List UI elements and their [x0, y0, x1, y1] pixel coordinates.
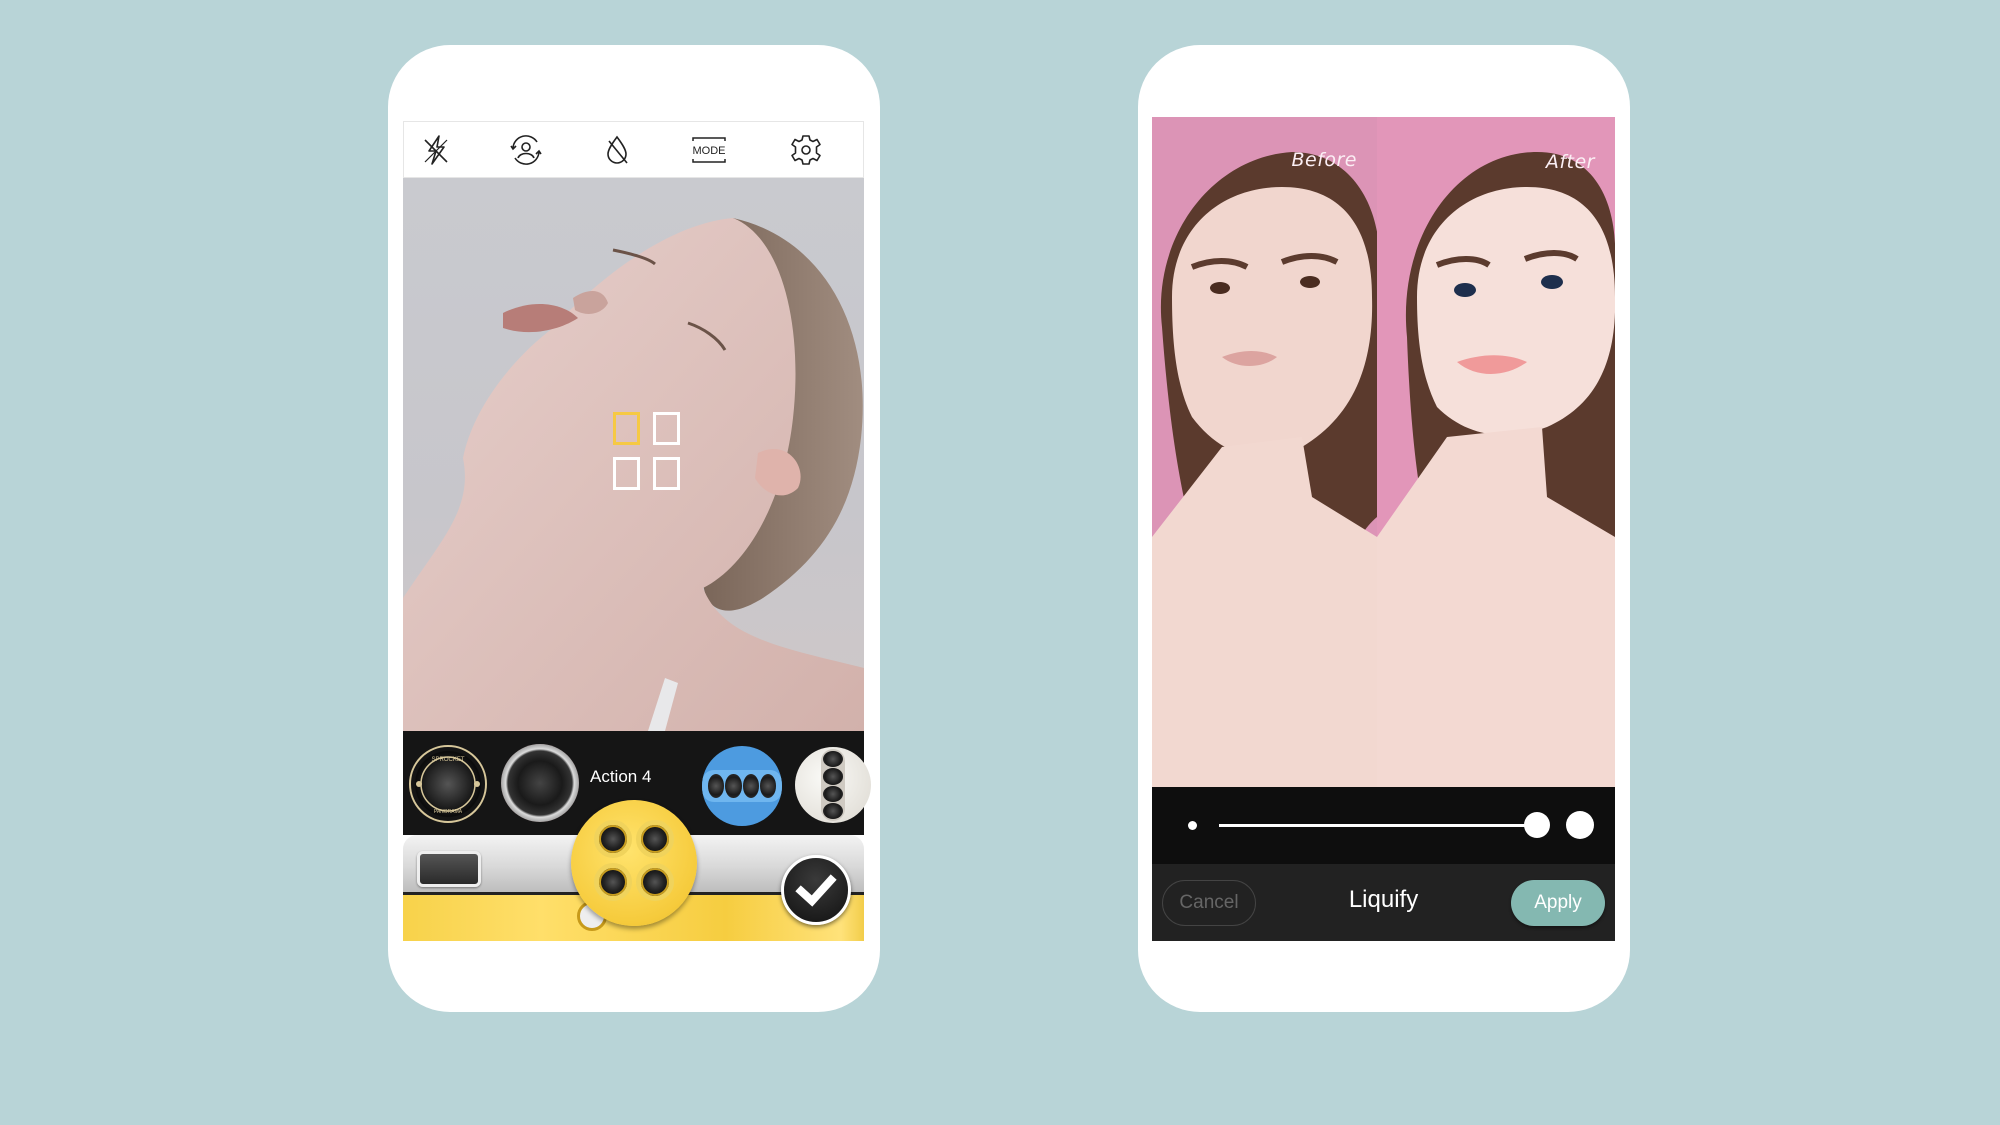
cancel-button[interactable]: Cancel	[1162, 880, 1256, 926]
confirm-button[interactable]	[781, 855, 851, 925]
mode-icon[interactable]: MODE	[689, 132, 729, 168]
before-after-compare: Before After	[1152, 117, 1615, 787]
slider-thumb[interactable]	[1524, 812, 1550, 838]
camera-toolbar: MODE	[403, 121, 864, 178]
before-photo: Before	[1152, 117, 1377, 787]
phone-liquify-screen: Before After Cancel Liquify Apply	[1138, 45, 1630, 1012]
lens-option-sprocket-panorama[interactable]: SPROCKET PANORAMA	[409, 745, 487, 823]
viewfinder-knob	[417, 851, 481, 887]
focus-cell-active[interactable]	[613, 412, 640, 445]
focus-cell[interactable]	[653, 457, 680, 490]
phone-camera-screen: MODE SPROCKET PANORAMA Action 4	[388, 45, 880, 1012]
min-size-dot-icon	[1188, 821, 1197, 830]
switch-camera-icon[interactable]	[508, 132, 544, 168]
focus-cell[interactable]	[653, 412, 680, 445]
lens-option-blue-strip[interactable]	[702, 746, 782, 826]
lens-option-pink-ring[interactable]	[501, 744, 579, 822]
slider-track[interactable]	[1219, 824, 1537, 827]
panorama-text: PANORAMA	[434, 809, 463, 815]
before-label: Before	[1291, 149, 1357, 171]
focus-grid[interactable]	[613, 412, 686, 498]
tool-title: Liquify	[1348, 886, 1419, 913]
sprocket-text: SPROCKET	[431, 757, 464, 763]
mode-icon-label: MODE	[693, 145, 726, 157]
selected-lens-label: Action 4	[590, 767, 652, 786]
lens-option-white-vertical[interactable]	[795, 747, 871, 823]
color-off-icon[interactable]	[599, 132, 635, 168]
checkmark-icon	[795, 874, 837, 907]
max-size-dot-icon	[1566, 811, 1594, 839]
after-label: After	[1545, 151, 1595, 173]
focus-cell[interactable]	[613, 457, 640, 490]
flash-off-icon[interactable]	[418, 132, 454, 168]
editor-action-bar: Cancel Liquify Apply	[1152, 864, 1615, 941]
shutter-button-action4-lens[interactable]	[571, 800, 697, 926]
after-photo: After	[1377, 117, 1615, 787]
brush-size-slider-bar	[1152, 787, 1615, 864]
apply-button[interactable]: Apply	[1511, 880, 1605, 926]
camera-viewfinder[interactable]	[403, 178, 864, 731]
gear-icon[interactable]	[788, 132, 824, 168]
